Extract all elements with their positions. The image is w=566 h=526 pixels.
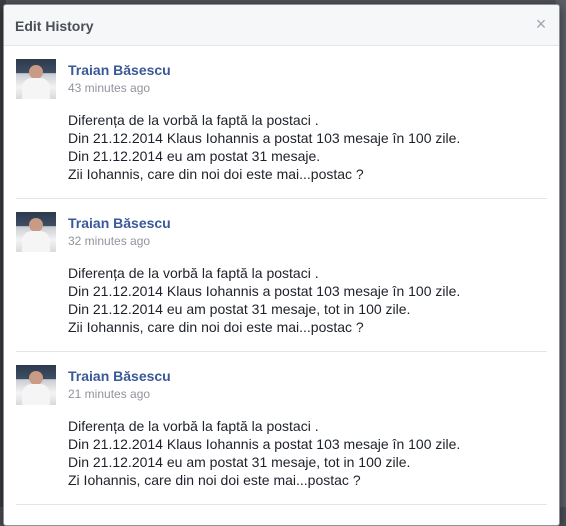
post-text-line: Din 21.12.2014 Klaus Iohannis a postat 1… xyxy=(68,130,461,146)
post-text-line: Diferența de la vorbă la faptă la postac… xyxy=(68,418,319,434)
post-text-line: Zi Iohannis, care din noi doi este mai..… xyxy=(68,472,361,488)
avatar[interactable] xyxy=(16,59,56,99)
avatar-head-shape xyxy=(29,371,43,385)
edit-history-list: Traian Băsescu 43 minutes ago Diferența … xyxy=(4,46,559,505)
avatar-shirt-shape xyxy=(22,231,50,252)
dialog-header: Edit History × xyxy=(4,5,559,46)
post-text-line: Din 21.12.2014 eu am postat 31 mesaje, t… xyxy=(68,301,411,317)
avatar[interactable] xyxy=(16,365,56,405)
post-text-line: Zii Iohannis, care din noi doi este mai.… xyxy=(68,319,364,335)
author-name-link[interactable]: Traian Băsescu xyxy=(68,62,171,78)
author-name-link[interactable]: Traian Băsescu xyxy=(68,368,171,384)
post-text-line: Din 21.12.2014 Klaus Iohannis a postat 1… xyxy=(68,436,461,452)
avatar-shirt-shape xyxy=(22,78,50,99)
post-text: Diferența de la vorbă la faptă la postac… xyxy=(68,111,538,183)
avatar-head-shape xyxy=(29,218,43,232)
post-text-line: Din 21.12.2014 Klaus Iohannis a postat 1… xyxy=(68,283,461,299)
author-name-link[interactable]: Traian Băsescu xyxy=(68,215,171,231)
history-entry: Traian Băsescu 21 minutes ago Diferența … xyxy=(16,352,547,505)
timestamp: 32 minutes ago xyxy=(68,234,151,248)
timestamp: 21 minutes ago xyxy=(68,387,151,401)
avatar-shirt-shape xyxy=(22,384,50,405)
post-text-line: Din 21.12.2014 eu am postat 31 mesaje. xyxy=(68,148,321,164)
edit-history-dialog: Edit History × Traian Băsescu 43 minutes… xyxy=(3,4,560,526)
avatar[interactable] xyxy=(16,212,56,252)
avatar-head-shape xyxy=(29,65,43,79)
post-text: Diferența de la vorbă la faptă la postac… xyxy=(68,417,538,489)
dialog-title: Edit History xyxy=(15,18,94,34)
post-text-line: Zii Iohannis, care din noi doi este mai.… xyxy=(68,166,364,182)
post-text-line: Diferența de la vorbă la faptă la postac… xyxy=(68,112,319,128)
post-text: Diferența de la vorbă la faptă la postac… xyxy=(68,264,538,336)
post-text-line: Diferența de la vorbă la faptă la postac… xyxy=(68,265,319,281)
close-button[interactable]: × xyxy=(533,15,549,33)
timestamp: 43 minutes ago xyxy=(68,81,151,95)
history-entry: Traian Băsescu 43 minutes ago Diferența … xyxy=(16,46,547,199)
history-entry: Traian Băsescu 32 minutes ago Diferența … xyxy=(16,199,547,352)
post-text-line: Din 21.12.2014 eu am postat 31 mesaje, t… xyxy=(68,454,411,470)
